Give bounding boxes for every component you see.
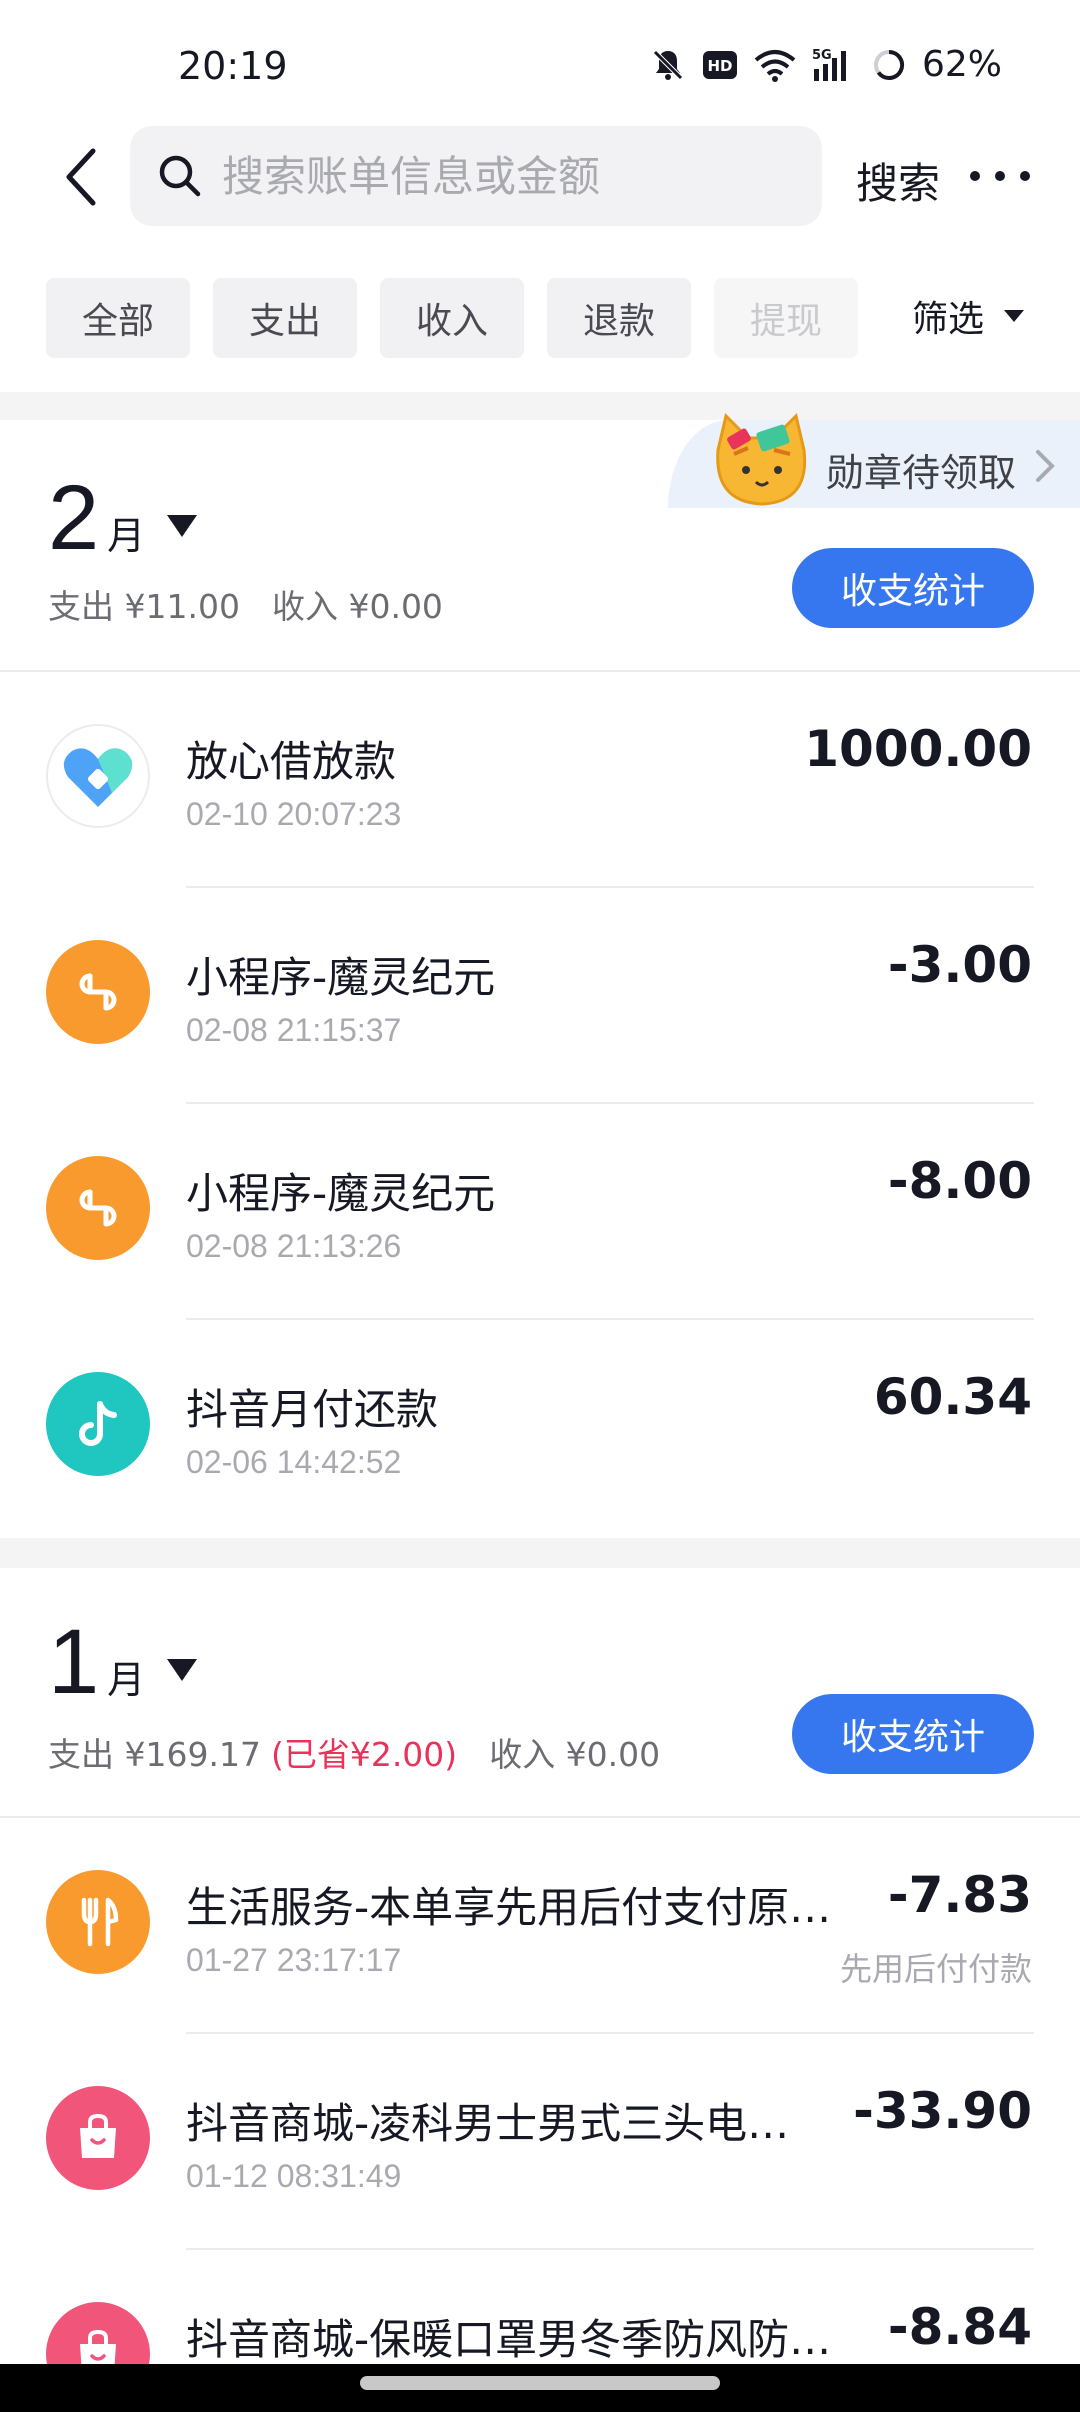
cat-mascot-icon <box>704 410 820 510</box>
transaction-row[interactable]: 放心借放款 02-10 20:07:23 1000.00 <box>0 672 1080 888</box>
month-unit: 月 <box>107 514 146 558</box>
filter-dropdown-button[interactable]: 筛选 <box>912 290 1026 342</box>
shopping-bag-icon <box>46 2302 150 2364</box>
month-income: 收入 ¥0.00 <box>489 1735 661 1774</box>
transaction-amount: -7.83 <box>887 1866 1032 1924</box>
svg-text:HD: HD <box>707 57 732 75</box>
filter-bar: 全部 支出 收入 退款 提现 筛选 <box>0 278 1080 360</box>
loan-heart-icon <box>46 724 150 828</box>
utensils-icon <box>46 1870 150 1974</box>
transaction-amount: 1000.00 <box>804 720 1032 778</box>
caret-down-icon <box>1004 310 1025 322</box>
transaction-amount: -8.84 <box>887 2298 1032 2356</box>
transaction-title: 放心借放款 <box>186 737 397 786</box>
mini-program-icon <box>46 1156 150 1260</box>
filter-tab-income[interactable]: 收入 <box>380 278 524 358</box>
filter-tab-refund[interactable]: 退款 <box>547 278 691 358</box>
more-dot <box>970 171 980 181</box>
month-summary: 支出 ¥11.00 收入 ¥0.00 <box>48 580 443 628</box>
section-gap <box>0 1538 1080 1568</box>
transaction-row[interactable]: 小程序-魔灵纪元 02-08 21:13:26 -8.00 <box>0 1104 1080 1320</box>
transaction-title: 小程序-魔灵纪元 <box>186 1169 496 1218</box>
caret-down-icon <box>167 1659 198 1681</box>
more-options-button[interactable] <box>970 154 1030 198</box>
month-header-jan: 1 月 支出 ¥169.17 (已省¥2.00) 收入 ¥0.00 收支统计 <box>0 1568 1080 1816</box>
transaction-title: 抖音月付还款 <box>186 1385 439 1434</box>
month-expense: 支出 ¥169.17 <box>48 1735 261 1774</box>
badge-label[interactable]: 勋章待领取 <box>826 442 1016 497</box>
5g-signal-icon: 5G <box>812 47 856 83</box>
transaction-time: 02-10 20:07:23 <box>186 796 402 832</box>
caret-down-icon <box>167 515 198 537</box>
month-unit: 月 <box>107 1658 146 1702</box>
more-dot <box>1020 171 1030 181</box>
transaction-amount: -8.00 <box>887 1152 1032 1210</box>
transaction-amount: 60.34 <box>873 1368 1032 1426</box>
transaction-title: 抖音商城-凌科男士男式三头电… <box>186 2099 790 2148</box>
transaction-amount: -3.00 <box>887 936 1032 994</box>
transaction-time: 02-08 21:13:26 <box>186 1228 402 1264</box>
back-button[interactable] <box>46 142 116 212</box>
chevron-right-icon <box>1034 448 1056 488</box>
month-number: 2 <box>48 467 100 569</box>
search-button[interactable]: 搜索 <box>856 150 940 211</box>
section-gap <box>0 392 1080 422</box>
transaction-time: 02-06 14:42:52 <box>186 1444 402 1480</box>
month-income: 收入 ¥0.00 <box>271 587 443 626</box>
wifi-icon <box>754 48 796 82</box>
transaction-row[interactable]: 小程序-魔灵纪元 02-08 21:15:37 -3.00 <box>0 888 1080 1104</box>
filter-dropdown-label: 筛选 <box>912 299 985 340</box>
transaction-row[interactable]: 抖音商城-凌科男士男式三头电… 01-12 08:31:49 -33.90 <box>0 2034 1080 2250</box>
month-selector[interactable]: 2 月 <box>48 466 198 571</box>
status-icons: HD 5G 62% <box>650 44 1002 85</box>
mini-program-icon <box>46 940 150 1044</box>
transaction-title: 小程序-魔灵纪元 <box>186 953 496 1002</box>
filter-tab-expense[interactable]: 支出 <box>213 278 357 358</box>
month-selector[interactable]: 1 月 <box>48 1610 198 1715</box>
more-dot <box>995 171 1005 181</box>
battery-icon <box>872 48 906 82</box>
transaction-row[interactable]: 抖音月付还款 02-06 14:42:52 60.34 <box>0 1320 1080 1536</box>
transaction-amount: -33.90 <box>853 2082 1032 2140</box>
filter-tab-all[interactable]: 全部 <box>46 278 190 358</box>
transaction-time: 01-27 23:17:17 <box>186 1942 402 1978</box>
mute-icon <box>650 47 686 83</box>
month-expense: 支出 ¥11.00 <box>48 587 240 626</box>
search-icon <box>156 152 204 204</box>
transaction-row[interactable]: 生活服务-本单享先用后付支付原… 01-27 23:17:17 -7.83 先用… <box>0 1818 1080 2034</box>
transaction-title: 抖音商城-保暖口罩男冬季防风防… <box>186 2315 832 2364</box>
hd-icon: HD <box>702 49 738 81</box>
transaction-time: 02-08 21:15:37 <box>186 1012 402 1048</box>
search-input[interactable] <box>222 126 802 226</box>
back-arrow-icon <box>66 148 96 206</box>
shopping-bag-icon <box>46 2086 150 2190</box>
status-bar: 20:19 HD 5G 62% <box>0 0 1080 120</box>
month-saved: (已省¥2.00) <box>270 1735 458 1774</box>
month-number: 1 <box>48 1611 100 1713</box>
svg-text:5G: 5G <box>812 48 832 63</box>
header: 搜索 <box>0 124 1080 228</box>
filter-tab-withdraw[interactable]: 提现 <box>714 278 858 358</box>
month-summary: 支出 ¥169.17 (已省¥2.00) 收入 ¥0.00 <box>48 1728 660 1776</box>
home-indicator[interactable] <box>360 2376 720 2390</box>
system-nav-bar <box>0 2364 1080 2412</box>
douyin-icon <box>46 1372 150 1476</box>
stats-button[interactable]: 收支统计 <box>792 548 1034 628</box>
stats-button[interactable]: 收支统计 <box>792 1694 1034 1774</box>
transaction-time: 01-12 08:31:49 <box>186 2158 402 2194</box>
search-box[interactable] <box>130 126 822 226</box>
transaction-title: 生活服务-本单享先用后付支付原… <box>186 1883 832 1932</box>
battery-percent: 62% <box>921 44 1002 85</box>
status-time: 20:19 <box>178 44 288 88</box>
transaction-payment-method: 先用后付付款 <box>839 1950 1032 1988</box>
transaction-row[interactable]: 抖音商城-保暖口罩男冬季防风防… -8.84 <box>0 2250 1080 2364</box>
